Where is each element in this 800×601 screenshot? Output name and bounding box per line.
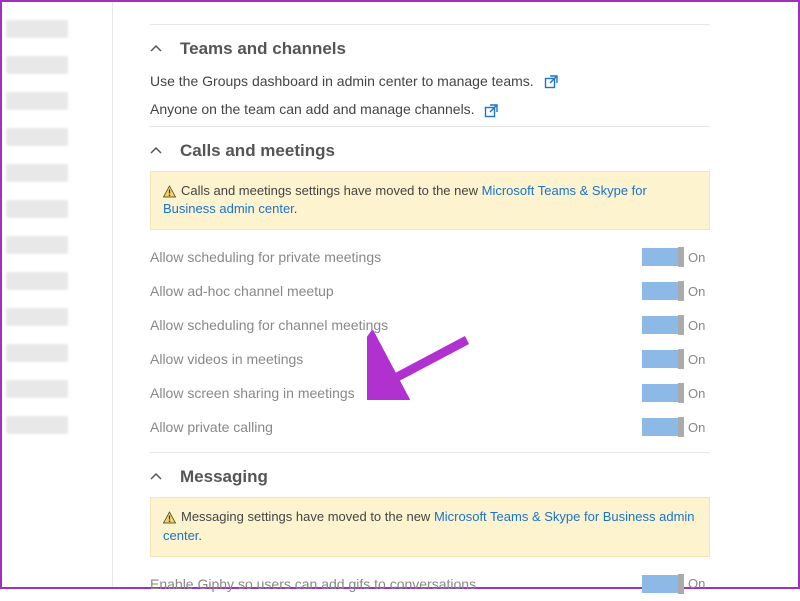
warning-icon — [163, 185, 176, 198]
setting-row: Enable Giphy so users can add gifs to co… — [150, 567, 710, 601]
setting-row: Allow scheduling for private meetings On — [150, 240, 710, 274]
toggle-switch[interactable] — [642, 575, 684, 593]
calls-notice-prefix: Calls and meetings settings have moved t… — [181, 183, 482, 198]
toggle-group: On — [642, 384, 710, 402]
toggle-group: On — [642, 248, 710, 266]
setting-row: Allow screen sharing in meetings On — [150, 376, 710, 410]
setting-row: Allow private calling On — [150, 410, 710, 444]
toggle-switch[interactable] — [642, 316, 684, 334]
setting-label: Allow ad-hoc channel meetup — [150, 283, 334, 299]
setting-row: Allow scheduling for channel meetings On — [150, 308, 710, 342]
messaging-notice-suffix: . — [198, 528, 202, 543]
setting-label: Allow videos in meetings — [150, 351, 303, 367]
toggle-state: On — [688, 318, 710, 333]
settings-panel: Teams and channels Use the Groups dashbo… — [150, 10, 710, 601]
teams-desc-2-text: Anyone on the team can add and manage ch… — [150, 101, 475, 117]
setting-label: Enable Giphy so users can add gifs to co… — [150, 576, 476, 592]
toggle-state: On — [688, 284, 710, 299]
toggle-state: On — [688, 250, 710, 265]
toggle-state: On — [688, 576, 710, 591]
setting-row: Allow videos in meetings On — [150, 342, 710, 376]
toggle-switch[interactable] — [642, 350, 684, 368]
toggle-group: On — [642, 350, 710, 368]
vertical-divider — [112, 2, 113, 587]
setting-label: Allow private calling — [150, 419, 273, 435]
setting-label: Allow screen sharing in meetings — [150, 385, 355, 401]
chevron-up-icon — [150, 145, 162, 157]
toggle-switch[interactable] — [642, 248, 684, 266]
toggle-switch[interactable] — [642, 384, 684, 402]
calls-notice-suffix: . — [294, 201, 298, 216]
external-link-icon[interactable] — [484, 104, 498, 118]
toggle-group: On — [642, 575, 710, 593]
toggle-group: On — [642, 316, 710, 334]
setting-row: Allow ad-hoc channel meetup On — [150, 274, 710, 308]
section-title-calls: Calls and meetings — [180, 141, 335, 161]
calls-notice: Calls and meetings settings have moved t… — [150, 171, 710, 231]
toggle-state: On — [688, 352, 710, 367]
messaging-notice: Messaging settings have moved to the new… — [150, 497, 710, 557]
warning-icon — [163, 511, 176, 524]
teams-desc-1: Use the Groups dashboard in admin center… — [150, 69, 710, 97]
toggle-group: On — [642, 418, 710, 436]
section-title-messaging: Messaging — [180, 467, 268, 487]
toggle-group: On — [642, 282, 710, 300]
toggle-state: On — [688, 386, 710, 401]
toggle-switch[interactable] — [642, 418, 684, 436]
messaging-notice-prefix: Messaging settings have moved to the new — [181, 509, 434, 524]
setting-label: Allow scheduling for channel meetings — [150, 317, 388, 333]
external-link-icon[interactable] — [544, 75, 558, 89]
chevron-up-icon — [150, 43, 162, 55]
teams-desc-2: Anyone on the team can add and manage ch… — [150, 97, 710, 125]
chevron-up-icon — [150, 471, 162, 483]
section-title-teams: Teams and channels — [180, 39, 346, 59]
teams-desc-1-text: Use the Groups dashboard in admin center… — [150, 73, 534, 89]
section-header-calls[interactable]: Calls and meetings — [150, 126, 710, 171]
toggle-switch[interactable] — [642, 282, 684, 300]
toggle-state: On — [688, 420, 710, 435]
setting-label: Allow scheduling for private meetings — [150, 249, 381, 265]
section-header-messaging[interactable]: Messaging — [150, 453, 710, 497]
section-header-teams[interactable]: Teams and channels — [150, 24, 710, 69]
left-sidebar-blur — [2, 2, 72, 587]
